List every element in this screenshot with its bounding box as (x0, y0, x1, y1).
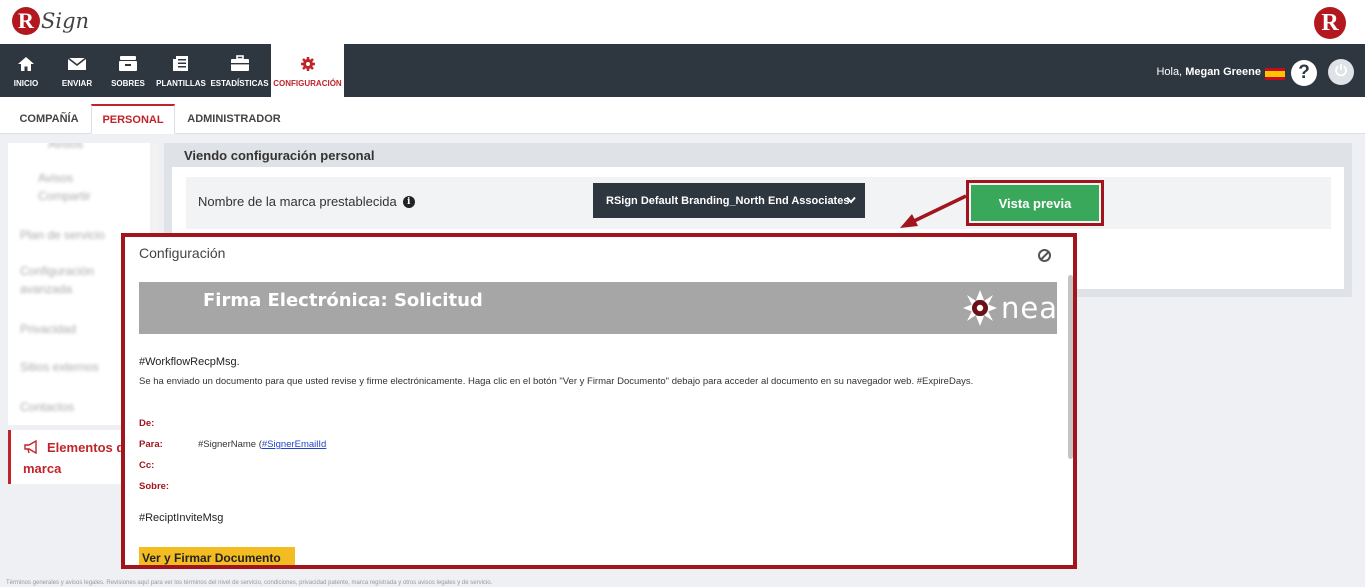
nav-label: SOBRES (111, 78, 145, 88)
templates-icon (172, 54, 190, 74)
nav-inicio[interactable]: INICIO (0, 44, 52, 97)
rsign-logo[interactable]: R Sign (12, 7, 89, 35)
user-name[interactable]: Megan Greene (1185, 66, 1261, 78)
preview-button[interactable]: Vista previa (971, 185, 1099, 221)
nav-configuracion[interactable]: CONFIGURACIÓN (271, 44, 344, 97)
to-label: Para: (139, 439, 163, 450)
brand-setting-row: Nombre de la marca prestablecida i RSign… (186, 177, 1331, 229)
nav-enviar[interactable]: ENVIAR (52, 44, 102, 97)
sidebar-item[interactable]: Privacidad (20, 322, 76, 337)
user-greeting: Hola, Megan Greene (1156, 66, 1261, 78)
help-button[interactable]: ? (1291, 60, 1317, 86)
sidebar-item[interactable]: Configuración (20, 264, 94, 279)
sidebar-active-line1: Elementos de (47, 440, 132, 455)
tab-compania[interactable]: COMPAÑÍA (8, 104, 90, 134)
nea-logo: nea (961, 288, 1057, 328)
modal-scrollbar[interactable] (1068, 275, 1073, 459)
power-icon (1334, 63, 1348, 82)
sidebar-item[interactable]: Avisos (48, 143, 83, 152)
brand-label: Nombre de la marca prestablecida i (198, 194, 415, 209)
nav-plantillas[interactable]: PLANTILLAS (154, 44, 208, 97)
nav-label: PLANTILLAS (156, 78, 206, 88)
signer-name: #SignerName ( (198, 439, 262, 450)
cc-label: Cc: (139, 460, 155, 471)
nav-sobres[interactable]: SOBRES (102, 44, 154, 97)
brand-label-text: Nombre de la marca prestablecida (198, 194, 397, 209)
inbox-icon (118, 54, 138, 74)
nav-label: ENVIAR (61, 78, 93, 88)
nav-estadisticas[interactable]: ESTADÍSTICAS (208, 44, 271, 97)
nea-logo-text: nea (1001, 291, 1058, 325)
logo-text: Sign (41, 9, 90, 33)
tab-personal[interactable]: PERSONAL (91, 104, 175, 134)
spain-flag-icon[interactable] (1265, 68, 1285, 80)
footer-legal-text[interactable]: Términos generales y avisos legales. Rev… (6, 580, 492, 586)
workflow-message: #WorkflowRecpMsg. (139, 356, 240, 368)
sidebar-item[interactable]: Compartir (38, 189, 91, 204)
brand-select-value: RSign Default Branding_North End Associa… (606, 194, 850, 207)
briefcase-icon (230, 54, 250, 74)
nav-label: INICIO (13, 78, 39, 88)
panel-title: Viendo configuración personal (184, 148, 375, 163)
brand-select[interactable]: RSign Default Branding_North End Associa… (593, 183, 865, 218)
logo-letter: R (12, 7, 40, 35)
tab-administrador[interactable]: ADMINISTRADOR (176, 104, 292, 134)
modal-title: Configuración (139, 245, 226, 261)
home-icon (17, 54, 35, 74)
sidebar-item[interactable]: avanzada (20, 282, 72, 297)
logo-bar: R Sign R (0, 0, 1365, 44)
annotation-arrow-icon (900, 194, 967, 228)
email-body-message: Se ha enviado un documento para que uste… (139, 376, 974, 387)
nav-label: CONFIGURACIÓN (273, 78, 342, 88)
main-nav: INICIO ENVIAR SOBRES PLANTILLAS ESTADÍST… (0, 44, 1365, 97)
chevron-down-icon (846, 195, 856, 207)
settings-tabs: COMPAÑÍA PERSONAL ADMINISTRADOR (0, 97, 1365, 134)
rpost-logo: R (1314, 7, 1346, 39)
signer-email-link[interactable]: #SignerEmailId (262, 439, 326, 450)
subject-label: Sobre: (139, 481, 170, 492)
info-icon[interactable]: i (402, 195, 415, 208)
sidebar-item[interactable]: Plan de servicio (20, 228, 105, 243)
from-label: De: (139, 418, 155, 429)
gear-icon (300, 54, 316, 74)
email-banner: Firma Electrónica: Solicitud nea (139, 282, 1057, 334)
sidebar-item-label: Elementos de marca (23, 438, 132, 478)
sidebar-active-line2: marca (23, 461, 62, 476)
nea-emblem-icon (963, 290, 997, 326)
view-sign-document-button[interactable]: Ver y Firmar Documento (139, 547, 295, 565)
logout-button[interactable] (1328, 59, 1354, 85)
envelope-icon (67, 54, 87, 74)
invite-message: #ReciptInviteMsg (139, 512, 224, 524)
megaphone-icon (23, 439, 41, 459)
nav-label: ESTADÍSTICAS (210, 78, 269, 88)
to-value: #SignerName (#SignerEmailId (198, 439, 326, 450)
banner-title: Firma Electrónica: Solicitud (203, 290, 483, 311)
sidebar-item[interactable]: Contactos (20, 400, 74, 415)
greeting-text: Hola, (1156, 66, 1183, 78)
close-icon[interactable] (1038, 249, 1051, 262)
sidebar-item[interactable]: Sitios externos (20, 360, 99, 375)
preview-modal: Configuración Firma Electrónica: Solicit… (121, 233, 1077, 569)
sidebar-item[interactable]: Avisos (38, 171, 73, 186)
